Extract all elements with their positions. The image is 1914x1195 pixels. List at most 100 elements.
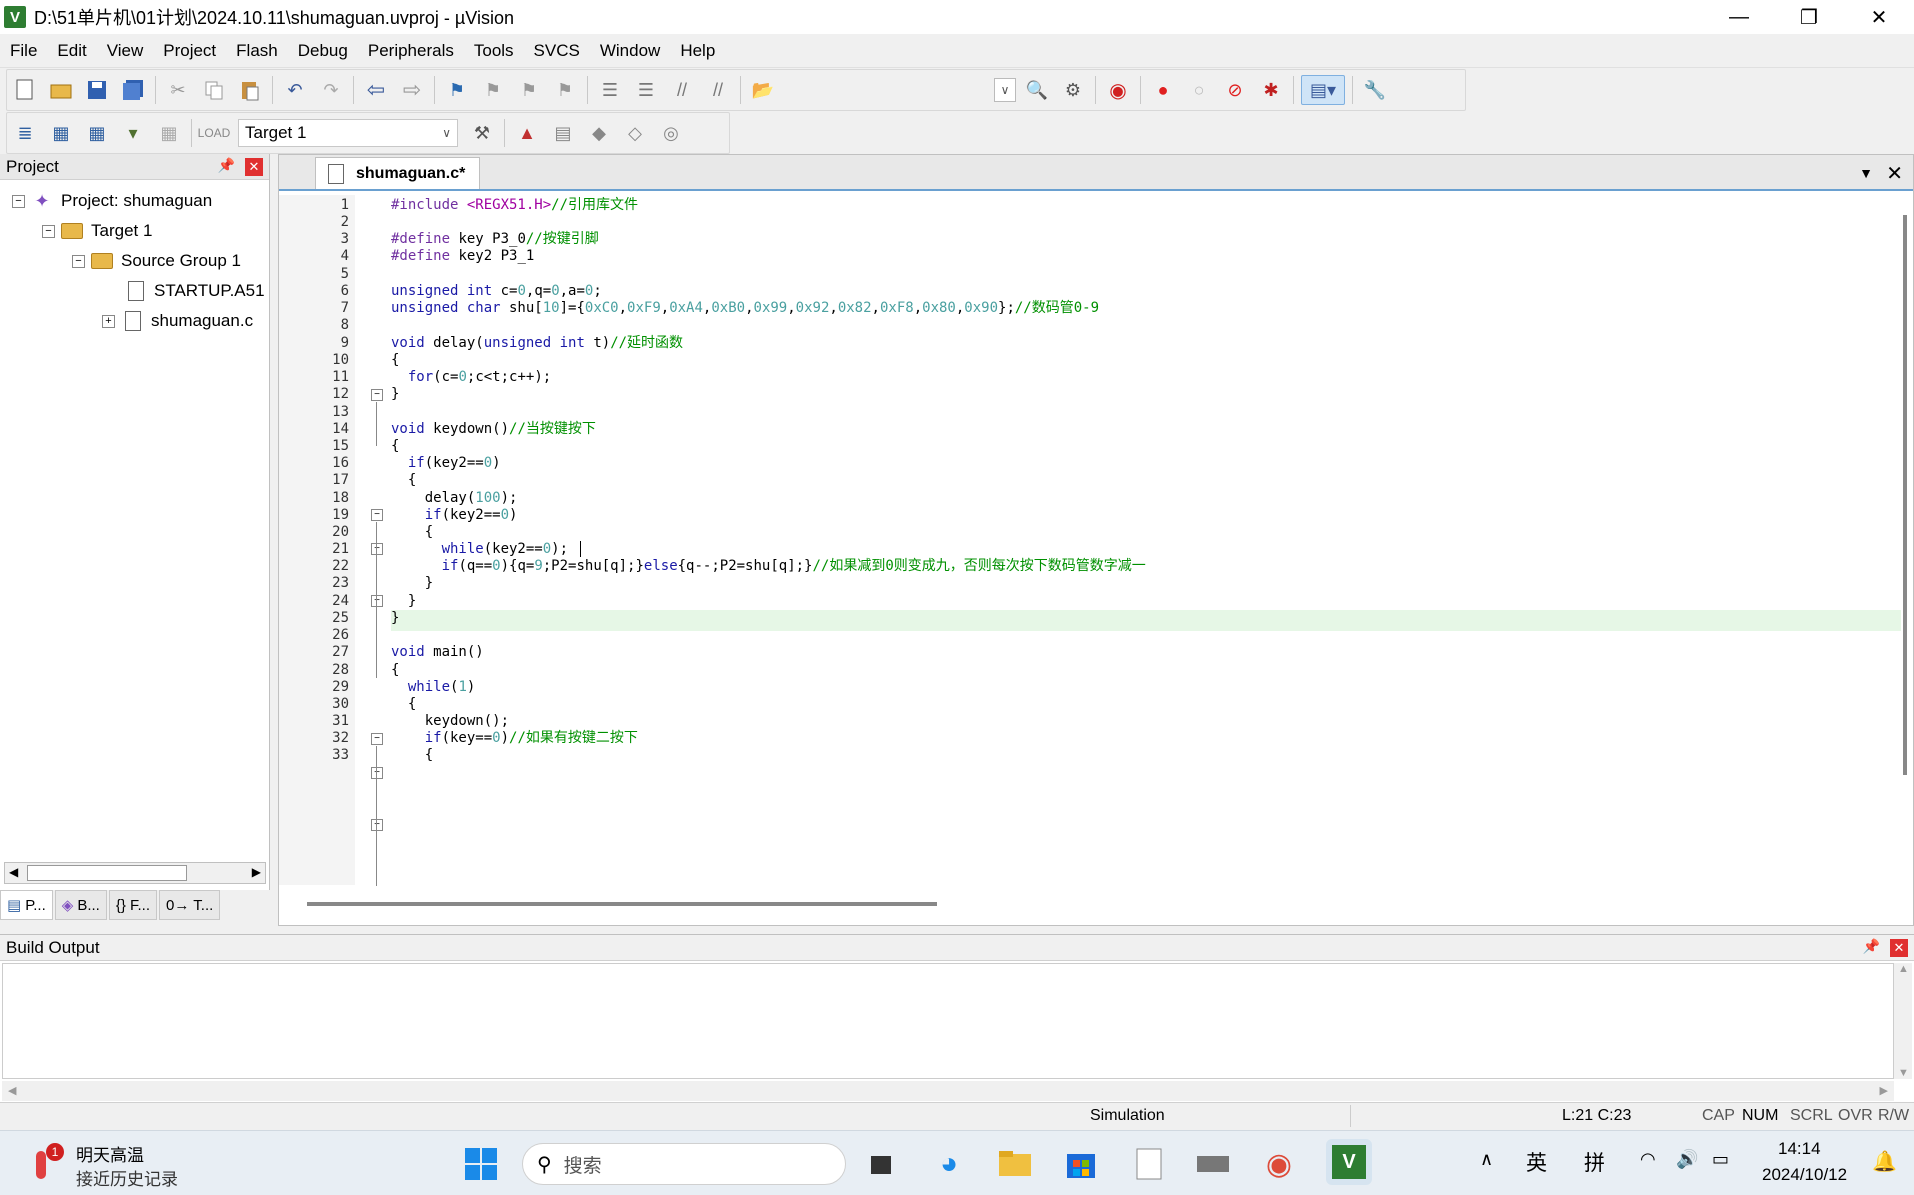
- fold-toggle-icon[interactable]: −: [371, 595, 383, 607]
- kill-breakpoints-icon[interactable]: ✱: [1256, 75, 1286, 105]
- code-line[interactable]: #define key2 P3_1: [391, 246, 534, 267]
- menu-tools[interactable]: Tools: [464, 41, 524, 61]
- code-line[interactable]: void delay(unsigned int t)//延时函数: [391, 333, 683, 354]
- close-icon[interactable]: ✕: [245, 158, 263, 176]
- fold-toggle-icon[interactable]: −: [371, 543, 383, 555]
- tab-shumaguan-c[interactable]: shumaguan.c*: [315, 157, 481, 189]
- comment-icon[interactable]: //: [667, 75, 697, 105]
- chrome-browser-icon[interactable]: ◉: [1260, 1145, 1298, 1183]
- chip-app-icon[interactable]: [1194, 1145, 1232, 1183]
- fold-toggle-icon[interactable]: −: [371, 509, 383, 521]
- find-in-files-icon[interactable]: 📂: [748, 75, 778, 105]
- clock-time[interactable]: 14:14: [1778, 1139, 1821, 1159]
- code-line[interactable]: }: [391, 608, 399, 629]
- close-icon[interactable]: ✕: [1890, 939, 1908, 957]
- prev-bookmark-icon[interactable]: ⚑: [478, 75, 508, 105]
- uncomment-icon[interactable]: //: [703, 75, 733, 105]
- microsoft-store-icon[interactable]: [1062, 1145, 1100, 1183]
- insert-breakpoint-icon[interactable]: ●: [1148, 75, 1178, 105]
- project-horizontal-scrollbar[interactable]: ◀ ▶: [4, 862, 266, 884]
- uvision-taskbar-icon[interactable]: V: [1326, 1139, 1372, 1185]
- build-icon[interactable]: ▦: [46, 118, 76, 148]
- code-line[interactable]: void keydown()//当按键按下: [391, 419, 596, 440]
- code-line[interactable]: unsigned char shu[10]={0xC0,0xF9,0xA4,0x…: [391, 298, 1099, 319]
- menu-peripherals[interactable]: Peripherals: [358, 41, 464, 61]
- wifi-icon[interactable]: ◠: [1640, 1149, 1656, 1170]
- open-folder-icon[interactable]: [46, 75, 76, 105]
- weather-title[interactable]: 明天高温: [76, 1141, 144, 1166]
- notification-bell-icon[interactable]: 🔔: [1872, 1149, 1897, 1174]
- tab-functions[interactable]: {} F...: [108, 890, 158, 920]
- close-button[interactable]: ✕: [1844, 0, 1914, 34]
- scroll-left-icon[interactable]: ◀: [8, 1084, 16, 1097]
- code-line[interactable]: for(c=0;c<t;c++);: [391, 367, 551, 388]
- editor-horizontal-scrollbar[interactable]: [307, 902, 937, 906]
- file-explorer-icon[interactable]: [996, 1145, 1034, 1183]
- tab-templates[interactable]: 0→ T...: [159, 890, 221, 920]
- fold-toggle-icon[interactable]: −: [371, 767, 383, 779]
- close-tab-icon[interactable]: ✕: [1886, 161, 1903, 186]
- collapse-icon[interactable]: −: [12, 194, 25, 208]
- unindent-icon[interactable]: ☰: [631, 75, 661, 105]
- menu-view[interactable]: View: [97, 41, 154, 61]
- indent-icon[interactable]: ☰: [595, 75, 625, 105]
- battery-icon[interactable]: ▭: [1712, 1149, 1729, 1170]
- scroll-right-icon[interactable]: ▶: [252, 865, 261, 879]
- menu-debug[interactable]: Debug: [288, 41, 358, 61]
- new-file-icon[interactable]: [10, 75, 40, 105]
- code-line[interactable]: void main(): [391, 642, 484, 663]
- next-bookmark-icon[interactable]: ⚑: [514, 75, 544, 105]
- fold-toggle-icon[interactable]: −: [371, 733, 383, 745]
- menu-svcs[interactable]: SVCS: [524, 41, 590, 61]
- code-line[interactable]: if(q==0){q=9;P2=shu[q];}else{q--;P2=shu[…: [391, 556, 1146, 577]
- incremental-find-icon[interactable]: ⚙: [1058, 75, 1088, 105]
- expand-icon[interactable]: +: [102, 314, 115, 328]
- tab-books[interactable]: ◈ B...: [54, 890, 107, 920]
- manage-rte-icon[interactable]: ◆: [584, 118, 614, 148]
- scroll-thumb[interactable]: [27, 865, 187, 881]
- restore-button[interactable]: ❐: [1774, 0, 1844, 34]
- tab-list-dropdown-icon[interactable]: ▼: [1859, 165, 1873, 181]
- translate-icon[interactable]: ≣: [10, 118, 40, 148]
- ime-pinyin[interactable]: 拼: [1584, 1147, 1605, 1177]
- task-view-icon[interactable]: [862, 1145, 900, 1183]
- tree-target[interactable]: − Target 1: [42, 218, 152, 244]
- collapse-icon[interactable]: −: [72, 254, 85, 268]
- ime-mode-english[interactable]: 英: [1526, 1147, 1547, 1177]
- multiproject-icon[interactable]: ◎: [656, 118, 686, 148]
- rebuild-icon[interactable]: ▦: [82, 118, 112, 148]
- show-hidden-icons-chevron-icon[interactable]: ∧: [1480, 1149, 1493, 1170]
- scroll-right-icon[interactable]: ▶: [1880, 1084, 1888, 1097]
- tree-file-startup[interactable]: STARTUP.A51: [128, 278, 265, 304]
- tree-project-root[interactable]: − ✦ Project: shumaguan: [12, 188, 212, 214]
- menu-edit[interactable]: Edit: [47, 41, 96, 61]
- weather-subtitle[interactable]: 接近历史记录: [76, 1165, 178, 1190]
- select-packs-icon[interactable]: ▤: [548, 118, 578, 148]
- copy-icon[interactable]: [199, 75, 229, 105]
- navigate-forward-icon[interactable]: ⇨: [397, 75, 427, 105]
- fold-toggle-icon[interactable]: −: [371, 389, 383, 401]
- scroll-left-icon[interactable]: ◀: [9, 865, 18, 879]
- collapse-icon[interactable]: −: [42, 224, 55, 238]
- edge-browser-icon[interactable]: ◕: [930, 1145, 968, 1183]
- scroll-up-icon[interactable]: ▲: [1898, 963, 1909, 975]
- stop-build-icon[interactable]: ▦: [154, 118, 184, 148]
- bookmark-icon[interactable]: ⚑: [442, 75, 472, 105]
- search-combo-dropdown-icon[interactable]: ∨: [994, 78, 1016, 102]
- weather-widget[interactable]: 1: [28, 1143, 68, 1183]
- build-output-horizontal-scrollbar[interactable]: ◀ ▶: [2, 1081, 1894, 1101]
- menu-help[interactable]: Help: [670, 41, 725, 61]
- target-options-icon[interactable]: ⚒: [467, 118, 497, 148]
- start-button[interactable]: [462, 1145, 500, 1183]
- disable-breakpoints-icon[interactable]: ⊘: [1220, 75, 1250, 105]
- code-line[interactable]: }: [391, 384, 399, 405]
- clear-bookmarks-icon[interactable]: ⚑: [550, 75, 580, 105]
- minimize-button[interactable]: —: [1704, 0, 1774, 34]
- paste-icon[interactable]: [235, 75, 265, 105]
- volume-icon[interactable]: 🔊: [1676, 1149, 1698, 1170]
- enable-breakpoint-icon[interactable]: ○: [1184, 75, 1214, 105]
- download-icon[interactable]: LOAD: [198, 118, 231, 148]
- scroll-down-icon[interactable]: ▼: [1898, 1067, 1909, 1079]
- navigate-back-icon[interactable]: ⇦: [361, 75, 391, 105]
- debug-session-icon[interactable]: ◉: [1103, 75, 1133, 105]
